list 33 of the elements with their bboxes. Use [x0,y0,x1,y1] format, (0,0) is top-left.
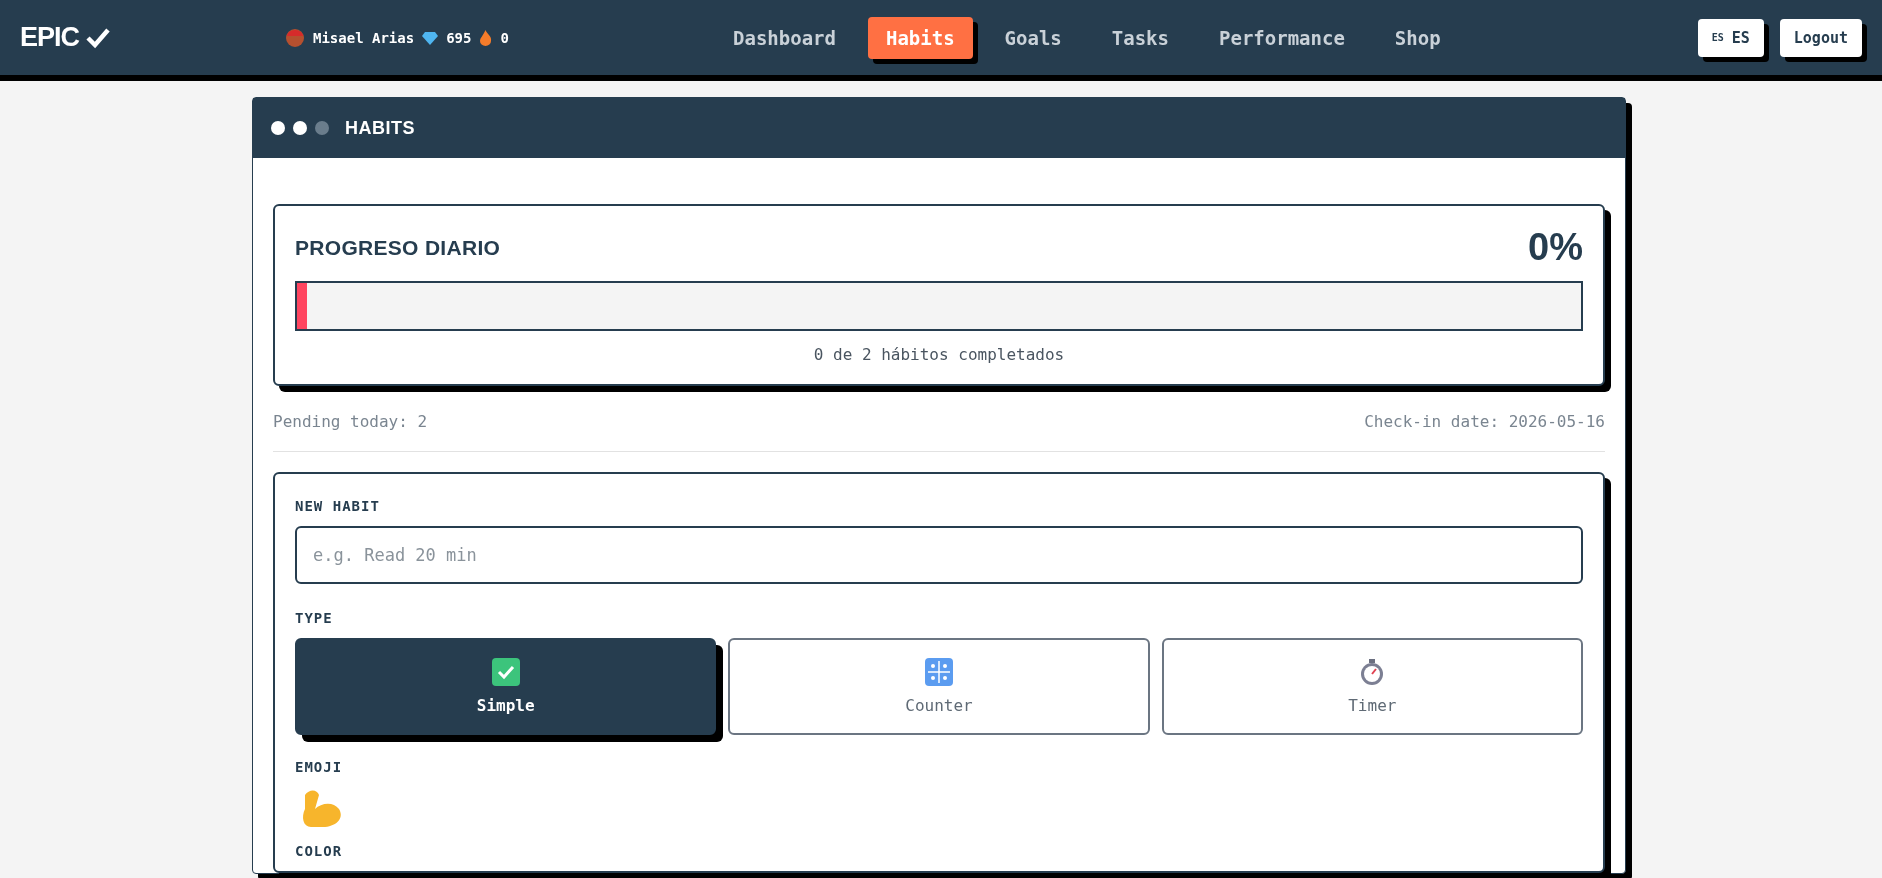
logo-text: EPIC [20,22,80,53]
progress-percent: 0% [1528,226,1583,269]
field-label: NEW HABIT [295,498,381,514]
habit-name-input[interactable]: e.g. Read 20 min [295,526,1583,584]
field-label: TYPE [295,610,334,626]
gem-icon [422,30,439,45]
type-option[interactable]: Timer [1161,638,1583,735]
progress-caption: 0 de 2 hábitos completados [812,345,1066,364]
window-dot-icon [293,121,307,135]
window-dot-icon [315,121,329,135]
nav-tab[interactable]: Dashboard [715,16,854,59]
window-dot-icon [271,121,285,135]
numbers-icon [925,658,953,686]
nav-tab[interactable]: Shop [1376,16,1459,59]
nav-tab[interactable]: Tasks [1093,16,1187,59]
pending-count: Pending today: 2 [273,412,428,431]
field-label: COLOR [295,843,344,859]
progress-title: PROGRESO DIARIO [295,235,501,260]
checkin-date: Check-in date: 2026-05-16 [1364,412,1605,431]
field-label: EMOJI [295,759,344,775]
user-name: Misael Arias [313,29,415,46]
avatar-icon [285,27,305,48]
checkmark-icon [491,658,520,686]
flag-label: ES [1711,32,1724,43]
type-option[interactable]: Counter [728,638,1150,735]
checkmark-icon [85,26,112,49]
nav-tab[interactable]: Performance [1201,16,1363,59]
streak-count: 0 [500,29,509,46]
gem-count: 695 [446,29,472,46]
flame-icon [479,29,493,46]
nav-tab[interactable]: Goals [986,16,1080,59]
language-code: ES [1731,28,1750,47]
panel-title: HABITS [345,117,415,139]
